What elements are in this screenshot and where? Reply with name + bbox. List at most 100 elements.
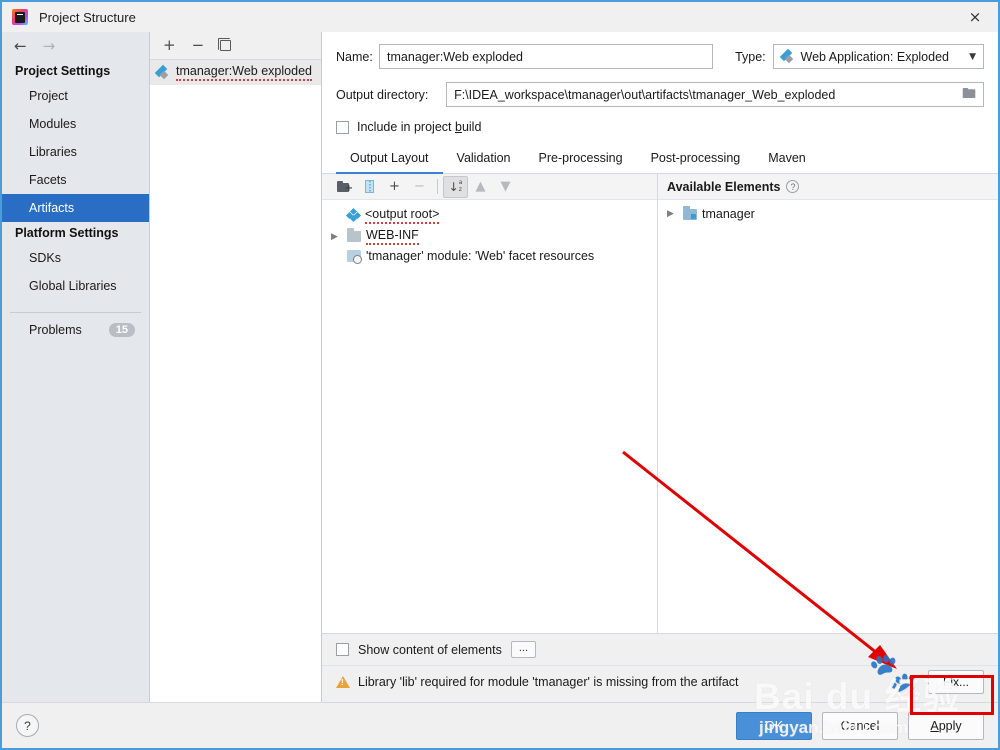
warning-row: Library 'lib' required for module 'tmana… <box>322 665 998 702</box>
output-layout-pane: + + − ↓ a z ▲ ▼ <output root> ▶ WEB-INF … <box>322 174 658 633</box>
name-row: Name: tmanager:Web exploded Type: Web Ap… <box>336 44 984 69</box>
sidebar-group-platform-settings: Platform Settings <box>15 226 119 240</box>
problems-count-badge: 15 <box>108 323 135 337</box>
tab-post-processing[interactable]: Post-processing <box>637 145 755 174</box>
show-content-label: Show content of elements <box>358 642 502 657</box>
artifact-detail-panel: Name: tmanager:Web exploded Type: Web Ap… <box>322 32 998 702</box>
output-root-icon <box>345 207 362 223</box>
artifact-item-label: tmanager:Web exploded <box>176 64 312 81</box>
artifact-type-value: Web Application: Exploded <box>800 49 949 64</box>
available-elements-header: Available Elements ? <box>658 174 998 200</box>
include-in-build-label: Include in project build <box>357 120 482 134</box>
apply-button[interactable]: Apply <box>908 711 984 740</box>
warning-icon <box>336 676 350 688</box>
tree-row[interactable]: ▶ 'tmanager' module: 'Web' facet resourc… <box>322 247 657 265</box>
output-directory-row: Output directory: F:\IDEA_workspace\tman… <box>336 82 984 107</box>
sidebar-item-sdks[interactable]: SDKs <box>2 244 149 272</box>
tree-item-label: 'tmanager' module: 'Web' facet resources <box>366 249 595 263</box>
layout-bottom-strip: Show content of elements ... Library 'li… <box>322 633 998 702</box>
sidebar-group-project-settings: Project Settings <box>15 64 111 78</box>
artifact-list-item[interactable]: tmanager:Web exploded <box>150 60 321 85</box>
include-in-build-checkbox[interactable] <box>336 120 349 134</box>
tree-item-label: tmanager <box>702 207 755 221</box>
output-directory-value: F:\IDEA_workspace\tmanager\out\artifacts… <box>454 87 836 102</box>
window-title: Project Structure <box>39 9 136 25</box>
tree-row[interactable]: ▶ WEB-INF <box>322 226 657 247</box>
add-artifact-button[interactable]: + <box>163 38 176 53</box>
available-elements-title: Available Elements <box>667 179 781 194</box>
forward-arrow-icon[interactable]: → <box>43 38 56 54</box>
browse-folder-icon[interactable]: 🖿 <box>962 83 976 107</box>
tab-maven[interactable]: Maven <box>754 145 820 174</box>
module-facet-icon <box>347 250 362 264</box>
copy-artifact-icon[interactable] <box>217 37 232 51</box>
available-elements-tree[interactable]: ▶ tmanager <box>658 200 998 633</box>
tree-item-label: <output root> <box>365 207 440 224</box>
artifact-type-dropdown[interactable]: Web Application: Exploded ▼ <box>772 44 984 69</box>
cancel-button[interactable]: Cancel <box>822 711 898 740</box>
toolbar-divider <box>437 179 438 194</box>
problems-label: Problems <box>29 323 82 337</box>
fix-button[interactable]: Fix... <box>928 670 984 694</box>
remove-artifact-button[interactable]: − <box>192 38 205 53</box>
sidebar-item-project[interactable]: Project <box>2 82 149 110</box>
remove-element-button[interactable]: − <box>407 176 432 198</box>
sidebar-item-global-libraries[interactable]: Global Libraries <box>2 272 149 300</box>
artifact-icon <box>154 64 170 80</box>
show-content-checkbox[interactable] <box>336 643 349 656</box>
dialog-body: ← → Project Settings Project Modules Lib… <box>2 32 998 702</box>
artifact-toolbar: + − <box>150 32 321 60</box>
folder-icon <box>347 228 361 242</box>
tab-output-layout[interactable]: Output Layout <box>336 145 443 174</box>
move-down-icon[interactable]: ▼ <box>493 176 518 198</box>
available-elements-pane: Available Elements ? ▶ tmanager <box>658 174 998 633</box>
close-icon[interactable]: × <box>952 2 998 32</box>
add-folder-icon[interactable]: + <box>332 176 357 198</box>
sidebar-divider <box>10 312 141 313</box>
web-application-icon <box>779 48 795 64</box>
module-folder-icon <box>683 205 697 220</box>
tree-row[interactable]: ▶ <output root> <box>322 205 657 226</box>
sidebar-item-libraries[interactable]: Libraries <box>2 138 149 166</box>
output-directory-input[interactable]: F:\IDEA_workspace\tmanager\out\artifacts… <box>446 82 984 107</box>
help-button[interactable]: ? <box>16 714 39 737</box>
tab-validation[interactable]: Validation <box>443 145 525 174</box>
output-directory-label: Output directory: <box>336 87 429 102</box>
sidebar-item-facets[interactable]: Facets <box>2 166 149 194</box>
tab-pre-processing[interactable]: Pre-processing <box>525 145 637 174</box>
warning-message: Library 'lib' required for module 'tmana… <box>358 675 739 689</box>
include-in-build-row[interactable]: Include in project build <box>336 120 984 134</box>
move-up-icon[interactable]: ▲ <box>468 176 493 198</box>
sidebar-item-artifacts[interactable]: Artifacts <box>2 194 149 222</box>
detail-tabs: Output Layout Validation Pre-processing … <box>322 145 998 174</box>
dialog-footer: ? OK Cancel Apply <box>2 702 998 748</box>
intellij-idea-icon <box>12 9 28 25</box>
sort-az-icon[interactable]: ↓ a z <box>443 175 468 198</box>
tree-row[interactable]: ▶ tmanager <box>658 205 998 223</box>
more-options-button[interactable]: ... <box>510 641 537 658</box>
sidebar-nav: ← → <box>2 32 149 60</box>
create-archive-icon[interactable] <box>357 176 382 198</box>
chevron-down-icon: ▼ <box>969 51 976 62</box>
output-layout-toolbar: + + − ↓ a z ▲ ▼ <box>322 174 657 200</box>
expander-icon[interactable]: ▶ <box>667 209 678 219</box>
show-content-row: Show content of elements ... <box>322 634 998 665</box>
name-label: Name: <box>336 49 373 64</box>
help-icon[interactable]: ? <box>786 180 800 193</box>
artifact-form: Name: tmanager:Web exploded Type: Web Ap… <box>322 32 998 145</box>
sidebar-item-problems[interactable]: Problems 15 <box>2 319 149 341</box>
ok-button[interactable]: OK <box>736 711 812 740</box>
tree-item-label: WEB-INF <box>366 228 419 245</box>
artifact-name-input[interactable]: tmanager:Web exploded <box>379 44 714 69</box>
type-label: Type: <box>735 49 766 64</box>
add-element-button[interactable]: + <box>382 176 407 198</box>
title-bar: Project Structure × <box>2 2 998 32</box>
expander-icon[interactable]: ▶ <box>331 232 342 242</box>
output-layout-tree[interactable]: ▶ <output root> ▶ WEB-INF ▶ <box>322 200 657 633</box>
layout-panes: + + − ↓ a z ▲ ▼ <output root> ▶ WEB-INF … <box>322 174 998 633</box>
artifact-list-panel: + − tmanager:Web exploded <box>150 32 322 702</box>
back-arrow-icon[interactable]: ← <box>14 38 27 54</box>
project-structure-dialog: Project Structure × ← → Project Settings… <box>0 0 1000 750</box>
sidebar-item-modules[interactable]: Modules <box>2 110 149 138</box>
